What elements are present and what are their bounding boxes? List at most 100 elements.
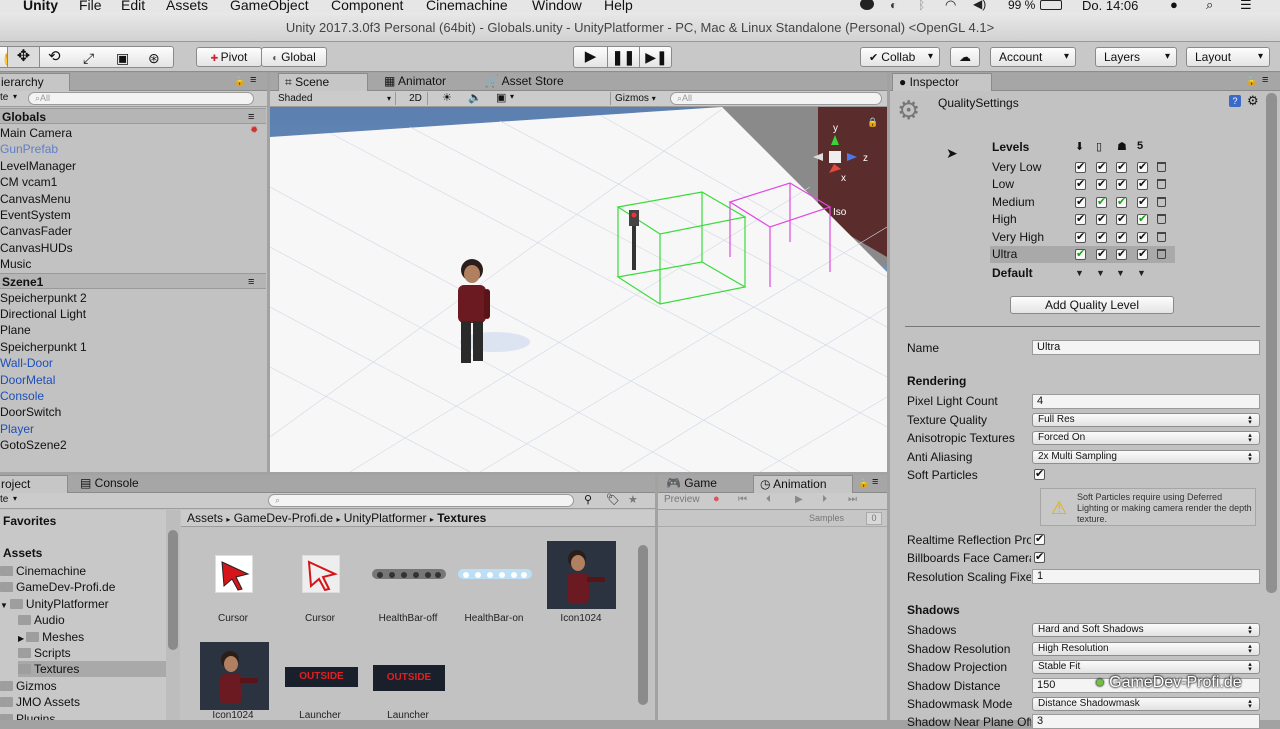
notification-center-icon[interactable]: ☰ xyxy=(1240,0,1252,13)
menu-help[interactable]: Help xyxy=(604,0,633,13)
layout-dropdown[interactable]: Layout xyxy=(1186,47,1270,67)
inspector-lock-icon[interactable]: 🔒 xyxy=(1246,76,1257,87)
pivot-toggle[interactable]: ✚ Pivot xyxy=(196,47,262,67)
lighting-toggle-icon[interactable]: ☀ xyxy=(442,91,452,104)
asset-label[interactable]: Icon1024 xyxy=(538,613,624,624)
scene-menu-icon[interactable]: ≡ xyxy=(248,109,254,123)
delete-level-icon[interactable] xyxy=(1157,179,1166,190)
app-menu[interactable]: Unity xyxy=(23,0,58,13)
project-create-dropdown[interactable]: te xyxy=(0,494,8,505)
platform-checkbox[interactable]: ✔ xyxy=(1096,231,1107,243)
collab-button[interactable]: ✔ Collab xyxy=(860,47,940,67)
animation-lock-icon[interactable]: 🔒 xyxy=(858,478,869,489)
aa-dropdown[interactable]: 2x Multi Sampling xyxy=(1032,450,1260,464)
scene-lock-icon[interactable]: 🔒 xyxy=(867,117,878,127)
tree-item[interactable]: Cinemachine xyxy=(0,563,86,579)
hierarchy-item[interactable]: Plane xyxy=(0,322,266,338)
platform-checkbox[interactable]: ✔ xyxy=(1075,179,1086,191)
tab-animation[interactable]: ◷ Animation xyxy=(753,475,853,493)
scene-viewport[interactable]: y z x Iso 🔒 xyxy=(270,107,887,472)
shadow-proj-dropdown[interactable]: Stable Fit xyxy=(1032,660,1260,674)
layers-dropdown[interactable]: Layers xyxy=(1095,47,1177,67)
pixel-light-field[interactable]: 4 xyxy=(1032,394,1260,409)
pause-button[interactable]: ❚❚ xyxy=(607,47,640,67)
tab-game[interactable]: 🎮 Game xyxy=(660,475,746,493)
crumb-gamedev[interactable]: GameDev-Profi.de xyxy=(234,511,333,525)
platform-checkbox[interactable]: ✔ xyxy=(1075,249,1086,260)
platform-checkbox[interactable]: ✔ xyxy=(1096,214,1107,226)
soft-particles-checkbox[interactable]: ✔ xyxy=(1034,469,1045,480)
name-field[interactable]: Ultra xyxy=(1032,340,1260,355)
tree-item[interactable]: JMO Assets xyxy=(0,694,80,710)
create-dropdown-arrow-icon[interactable]: ▾ xyxy=(13,92,17,101)
platform-checkbox[interactable]: ✔ xyxy=(1137,214,1148,226)
platform-checkbox[interactable]: ✔ xyxy=(1075,214,1086,226)
crumb-assets[interactable]: Assets xyxy=(187,511,223,525)
asset-label[interactable]: Cursor xyxy=(190,613,276,624)
hierarchy-item[interactable]: CanvasFader xyxy=(0,223,266,239)
res-scaling-field[interactable]: 1 xyxy=(1032,569,1260,584)
filter-label-icon[interactable]: 🏷 xyxy=(606,493,620,506)
battery-icon[interactable] xyxy=(1040,0,1062,10)
asset-label[interactable]: Launcher xyxy=(277,710,363,720)
hierarchy-item[interactable]: Player xyxy=(0,421,266,437)
tree-item[interactable]: ▶ Meshes xyxy=(18,629,84,645)
hierarchy-search[interactable]: ⌕All xyxy=(28,92,254,105)
hierarchy-item[interactable]: EventSystem xyxy=(0,207,266,223)
platform-checkbox[interactable]: ✔ xyxy=(1075,231,1086,243)
platform-checkbox[interactable]: ✔ xyxy=(1137,249,1148,260)
platform-checkbox[interactable]: ✔ xyxy=(1137,196,1148,208)
platform-checkbox[interactable]: ✔ xyxy=(1116,196,1127,208)
last-key-icon[interactable]: ⏭ xyxy=(848,494,857,505)
create-dropdown[interactable]: te xyxy=(0,92,8,103)
platform-checkbox[interactable]: ✔ xyxy=(1075,196,1086,208)
tree-item[interactable]: Textures xyxy=(18,661,166,678)
account-dropdown[interactable]: Account xyxy=(990,47,1076,67)
tree-item[interactable]: GameDev-Profi.de xyxy=(0,579,115,595)
hierarchy-item[interactable]: Speicherpunkt 2 xyxy=(0,290,266,306)
crumb-platformer[interactable]: UnityPlatformer xyxy=(344,511,427,525)
billboards-checkbox[interactable]: ✔ xyxy=(1034,552,1045,563)
delete-level-icon[interactable] xyxy=(1157,214,1166,225)
menu-edit[interactable]: Edit xyxy=(121,0,145,13)
scene-header[interactable]: Szene1 ≡ xyxy=(0,272,266,289)
step-button[interactable]: ▶❚ xyxy=(640,47,671,67)
menu-file[interactable]: File xyxy=(79,0,102,13)
tree-item[interactable]: ▼ UnityPlatformer xyxy=(0,596,109,612)
near-plane-field[interactable]: 3 xyxy=(1032,714,1260,729)
platform-checkbox[interactable]: ✔ xyxy=(1096,162,1107,173)
hierarchy-item[interactable]: CM vcam1 xyxy=(0,174,266,190)
animation-menu-icon[interactable]: ≡ xyxy=(872,476,878,488)
platform-checkbox[interactable]: ✔ xyxy=(1116,249,1127,260)
healthbar-off-thumb[interactable] xyxy=(372,569,446,579)
effects-toggle-icon[interactable]: ▣ xyxy=(496,91,506,104)
platform-checkbox[interactable]: ✔ xyxy=(1116,162,1127,173)
grid-scrollbar[interactable] xyxy=(636,545,650,720)
healthbar-on-thumb[interactable] xyxy=(458,569,532,579)
transform-tool-icon[interactable]: ⊛ xyxy=(148,49,160,67)
audio-toggle-icon[interactable]: 🔈 xyxy=(468,91,482,104)
platform-checkbox[interactable]: ✔ xyxy=(1116,231,1127,243)
play-button[interactable]: ▶ xyxy=(574,47,607,67)
status-icon-2[interactable]: ◐ xyxy=(890,0,897,12)
hierarchy-item[interactable]: LevelManager xyxy=(0,158,266,174)
scene-search[interactable]: ⌕All xyxy=(670,92,882,105)
icon1024-thumb-2[interactable] xyxy=(200,642,269,710)
first-key-icon[interactable]: ⏮ xyxy=(738,494,747,505)
asset-label[interactable]: HealthBar-on xyxy=(451,613,537,624)
volume-icon[interactable]: ◀) xyxy=(973,0,986,11)
rect-tool-icon[interactable]: ▣ xyxy=(116,49,129,67)
default-android-dropdown-icon[interactable]: ▼ xyxy=(1116,268,1125,278)
menu-component[interactable]: Component xyxy=(331,0,403,13)
grid-scroll-thumb[interactable] xyxy=(638,545,648,705)
inspector-menu-icon[interactable]: ≡ xyxy=(1262,74,1268,86)
2d-toggle[interactable]: 2D xyxy=(404,92,428,105)
tree-item[interactable]: Plugins xyxy=(0,711,55,720)
default-ios-dropdown-icon[interactable]: ▼ xyxy=(1096,268,1105,278)
tree-item[interactable]: Audio xyxy=(18,612,65,628)
global-toggle[interactable]: ◐ Global xyxy=(261,47,327,67)
platform-checkbox[interactable]: ✔ xyxy=(1096,196,1107,208)
favorite-star-icon[interactable]: ★ xyxy=(628,493,638,506)
asset-label[interactable]: Launcher xyxy=(365,710,451,720)
tree-item[interactable]: Scripts xyxy=(18,645,71,661)
